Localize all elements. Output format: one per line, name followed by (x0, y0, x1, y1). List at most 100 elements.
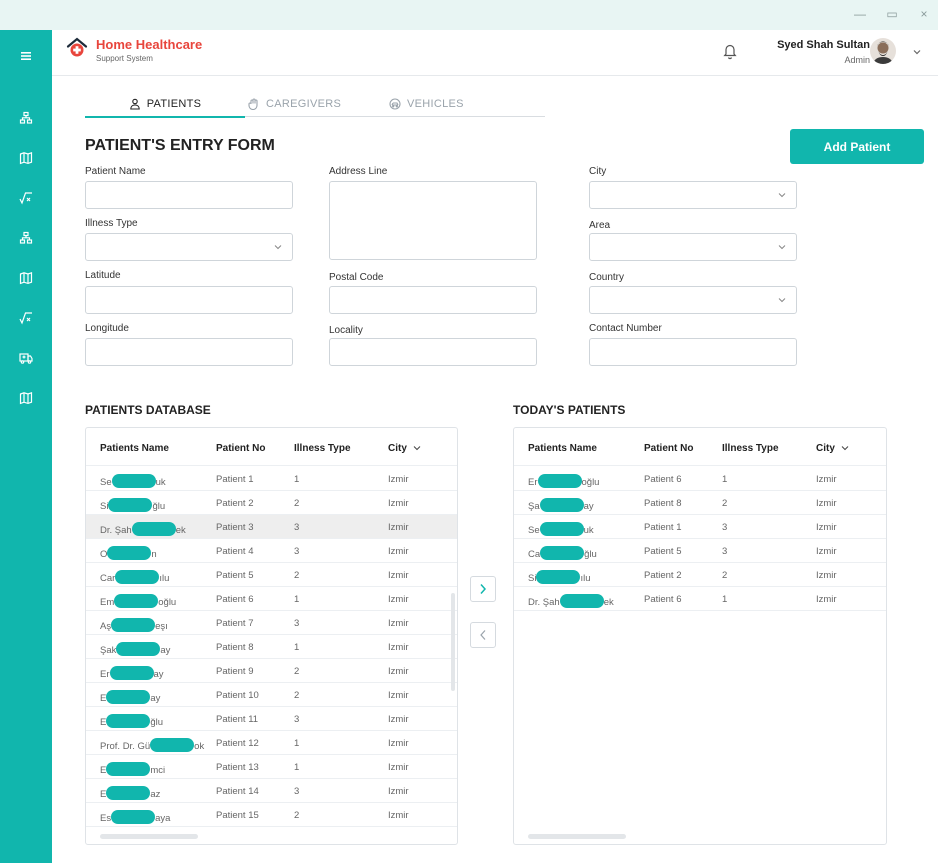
patient-name-start: Prof. Dr. Gü (100, 741, 151, 752)
patient-no-cell: Patient 5 (644, 546, 682, 557)
notification-bell-icon[interactable] (722, 42, 738, 60)
contact-number-input[interactable] (589, 338, 797, 366)
column-header-illness-type[interactable]: Illness Type (722, 443, 779, 454)
map-icon[interactable] (0, 388, 52, 408)
table-row[interactable]: On Patient 4 3 Izmir (86, 539, 457, 563)
illness-type-label: Illness Type (85, 218, 138, 229)
redacted-name-mask (536, 570, 581, 584)
city-cell: Izmir (816, 570, 837, 581)
table-row[interactable]: Si ğlu Patient 2 2 Izmir (86, 491, 457, 515)
table-row[interactable]: Dr. Şah ek Patient 3 3 Izmir (86, 515, 457, 539)
redacted-name-mask (111, 474, 156, 488)
latitude-input[interactable] (85, 286, 293, 314)
close-button[interactable]: × (918, 8, 930, 20)
illness-type-cell: 2 (294, 666, 300, 677)
avatar[interactable] (870, 38, 896, 64)
illness-type-cell: 3 (722, 546, 728, 557)
horizontal-scrollbar[interactable] (100, 834, 198, 839)
table-row[interactable]: Eaz Patient 14 3 Izmir (86, 779, 457, 803)
tab-patients[interactable]: PATIENTS (85, 93, 245, 115)
org-icon[interactable] (0, 108, 52, 128)
table-row[interactable]: Si ılu Patient 2 2 Izmir (514, 563, 886, 587)
map-icon[interactable] (0, 148, 52, 168)
patient-no-cell: Patient 8 (644, 498, 682, 509)
minimize-button[interactable]: — (854, 8, 866, 20)
tab-caregivers[interactable]: CAREGIVERS (248, 93, 341, 115)
table-row[interactable]: Şak ay Patient 8 1 Izmir (86, 635, 457, 659)
longitude-input[interactable] (85, 338, 293, 366)
postal-code-input[interactable] (329, 286, 537, 314)
country-select[interactable] (589, 286, 797, 314)
column-header-patient-no[interactable]: Patient No (216, 443, 265, 454)
column-header-patient-no[interactable]: Patient No (644, 443, 693, 454)
column-header-city[interactable]: City (388, 443, 421, 454)
patient-no-cell: Patient 7 (216, 618, 254, 629)
user-menu-chevron-down-icon[interactable] (912, 48, 922, 56)
horizontal-scrollbar[interactable] (528, 834, 626, 839)
city-select[interactable] (589, 181, 797, 209)
column-header-city[interactable]: City (816, 443, 849, 454)
patient-name-start: Car (100, 573, 116, 584)
column-header-patients-name[interactable]: Patients Name (528, 443, 597, 454)
column-header-illness-type[interactable]: Illness Type (294, 443, 351, 454)
table-row[interactable]: Se uk Patient 1 1 Izmir (86, 467, 457, 491)
locality-input[interactable] (329, 338, 537, 366)
country-label: Country (589, 272, 625, 283)
maximize-button[interactable]: ▭ (886, 8, 898, 20)
address-line-textarea[interactable] (329, 181, 537, 260)
tab-caregivers-label: CAREGIVERS (266, 98, 342, 110)
city-cell: Izmir (388, 714, 409, 725)
table-row[interactable]: Dr. Şah ek Patient 6 1 Izmir (514, 587, 886, 611)
table-row[interactable]: Prof. Dr. Gü ok Patient 12 1 Izmir (86, 731, 457, 755)
move-to-today-button[interactable] (470, 576, 496, 602)
redacted-name-mask (106, 714, 151, 728)
column-header-city-label: City (388, 443, 407, 454)
area-select[interactable] (589, 233, 797, 261)
ambulance-icon[interactable] (0, 348, 52, 368)
org-icon[interactable] (0, 228, 52, 248)
chevron-down-icon (778, 298, 786, 303)
patient-name-cell: Eaz (100, 786, 160, 800)
table-row[interactable]: Er oğlu Patient 6 1 Izmir (514, 467, 886, 491)
table-row[interactable]: Emci Patient 13 1 Izmir (86, 755, 457, 779)
address-line-label: Address Line (329, 166, 388, 177)
formula-icon[interactable] (0, 188, 52, 208)
map-icon[interactable] (0, 268, 52, 288)
patient-name-cell: Si ılu (528, 570, 591, 584)
table-row[interactable]: Eay Patient 10 2 Izmir (86, 683, 457, 707)
patient-name-end: ğlu (584, 549, 597, 560)
patient-name-end: oğlu (158, 597, 177, 608)
remove-from-today-button[interactable] (470, 622, 496, 648)
table-row[interactable]: Er ay Patient 9 2 Izmir (86, 659, 457, 683)
app-header: Home Healthcare Support System Syed Shah… (52, 30, 938, 76)
patient-name-cell: Dr. Şah ek (528, 594, 614, 608)
column-header-patients-name[interactable]: Patients Name (100, 443, 169, 454)
menu-icon[interactable] (0, 46, 52, 66)
illness-type-select[interactable] (85, 233, 293, 261)
patient-name-start: O (100, 549, 108, 560)
patient-name-cell: Şa ay (528, 498, 594, 512)
patient-name-input[interactable] (85, 181, 293, 209)
chevron-down-icon (274, 245, 282, 250)
vertical-scrollbar[interactable] (451, 593, 455, 691)
patient-name-end: ılu (580, 573, 591, 584)
table-row[interactable]: Em oğlu Patient 6 1 Izmir (86, 587, 457, 611)
main-tabs: PATIENTS CAREGIVERS VEHICLES (85, 93, 545, 118)
redacted-name-mask (106, 762, 151, 776)
tab-vehicles[interactable]: VEHICLES (389, 93, 464, 115)
patient-no-cell: Patient 12 (216, 738, 259, 749)
illness-type-cell: 3 (294, 714, 300, 725)
illness-type-cell: 3 (722, 522, 728, 533)
table-row[interactable]: Aş eşı Patient 7 3 Izmir (86, 611, 457, 635)
chevron-down-icon (778, 245, 786, 250)
add-patient-button[interactable]: Add Patient (790, 129, 924, 164)
table-row[interactable]: Ca ğlu Patient 5 3 Izmir (514, 539, 886, 563)
table-row[interactable]: Şa ay Patient 8 2 Izmir (514, 491, 886, 515)
formula-icon[interactable] (0, 308, 52, 328)
brand-subtitle: Support System (96, 54, 153, 63)
table-row[interactable]: Car ılu Patient 5 2 Izmir (86, 563, 457, 587)
patient-name-cell: Aş eşı (100, 618, 168, 632)
table-row[interactable]: Eğlu Patient 11 3 Izmir (86, 707, 457, 731)
table-row[interactable]: Se uk Patient 1 3 Izmir (514, 515, 886, 539)
table-row[interactable]: Es aya Patient 15 2 Izmir (86, 803, 457, 827)
